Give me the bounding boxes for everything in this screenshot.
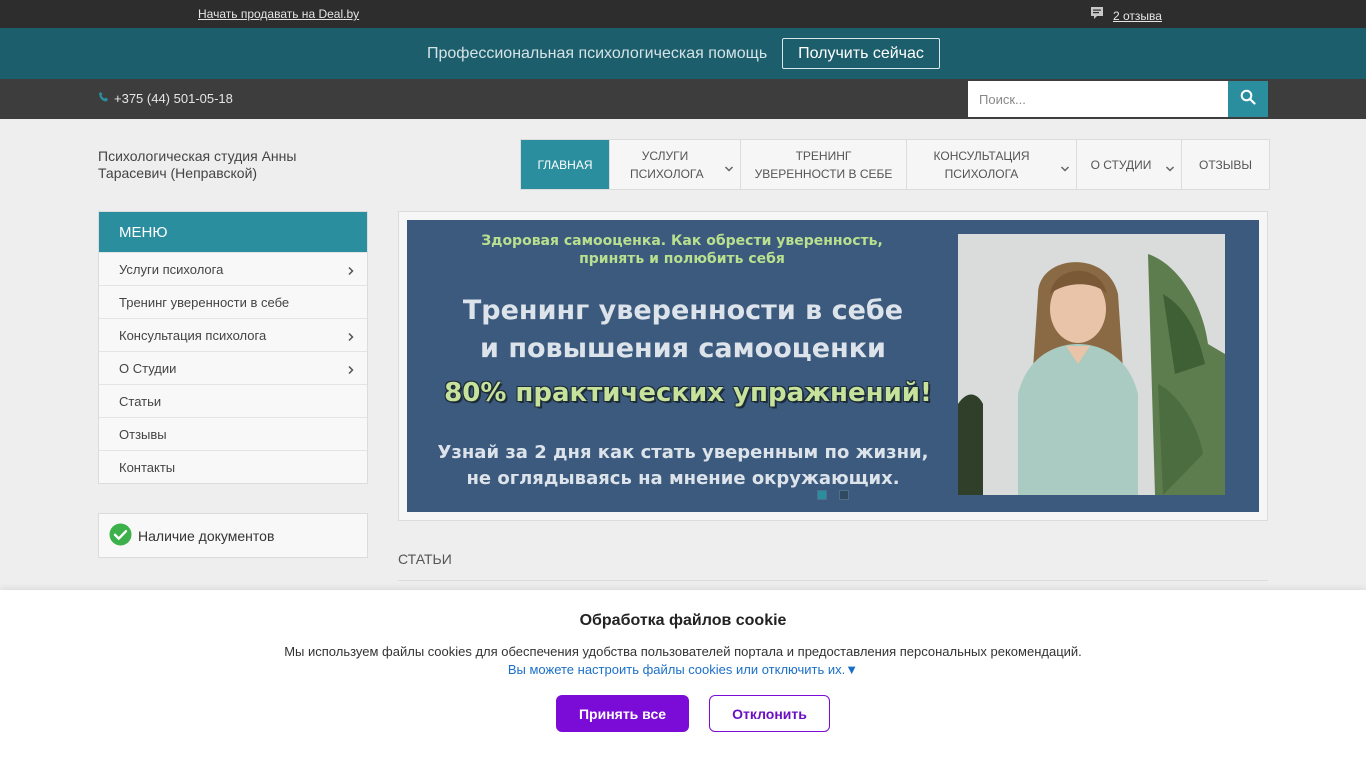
banner-title-line: и повышения самооценки bbox=[480, 333, 886, 364]
top-bar: Начать продавать на Deal.by 2 отзыва bbox=[0, 0, 1366, 28]
banner-title: Тренинг уверенности в себе и повышения с… bbox=[407, 292, 959, 368]
side-menu-item-contacts[interactable]: Контакты bbox=[99, 450, 367, 483]
info-bar: +375 (44) 501-05-18 bbox=[0, 79, 1366, 119]
chevron-down-icon bbox=[1165, 160, 1175, 178]
side-menu: Меню Услуги психолога Тренинг уверенност… bbox=[98, 211, 368, 484]
banner-highlight: 80% практических упражнений! bbox=[444, 378, 932, 408]
chevron-right-icon bbox=[347, 264, 355, 279]
search-input[interactable] bbox=[968, 81, 1228, 117]
banner-slider: Здоровая самооценка. Как обрести уверенн… bbox=[398, 211, 1268, 521]
side-menu-item-label: Отзывы bbox=[119, 426, 167, 442]
nav-item-reviews[interactable]: Отзывы bbox=[1181, 140, 1269, 189]
banner-subtitle: Здоровая самооценка. Как обрести уверенн… bbox=[407, 232, 957, 268]
side-menu-item-services[interactable]: Услуги психолога bbox=[99, 252, 367, 285]
banner-slide[interactable]: Здоровая самооценка. Как обрести уверенн… bbox=[407, 220, 1259, 512]
check-circle-icon bbox=[109, 523, 132, 549]
start-selling-link[interactable]: Начать продавать на Deal.by bbox=[198, 7, 359, 21]
chevron-right-icon bbox=[347, 363, 355, 378]
accept-all-button[interactable]: Принять все bbox=[556, 695, 689, 732]
nav-item-training[interactable]: Тренинг уверенности в себе bbox=[740, 140, 906, 189]
cookie-settings-link[interactable]: Вы можете настроить файлы cookies или от… bbox=[0, 662, 1366, 677]
documents-badge[interactable]: Наличие документов bbox=[98, 513, 368, 558]
cookie-title: Обработка файлов cookie bbox=[579, 612, 787, 629]
promo-bar: Профессиональная психологическая помощь … bbox=[0, 28, 1366, 79]
chevron-down-icon bbox=[724, 160, 734, 178]
side-menu-item-consultation[interactable]: Консультация психолога bbox=[99, 318, 367, 351]
banner-text-line: не оглядываясь на мнение окружающих. bbox=[466, 468, 900, 489]
slider-dot[interactable] bbox=[817, 490, 827, 500]
chevron-down-icon bbox=[1060, 160, 1070, 178]
reviews-widget[interactable]: 2 отзыва bbox=[1090, 6, 1162, 26]
nav-item-label: Отзывы bbox=[1198, 157, 1253, 172]
promo-text: Профессиональная психологическая помощь bbox=[427, 45, 768, 62]
main-nav: Главная Услуги психолога Тренинг уверенн… bbox=[520, 139, 1270, 190]
slider-dot[interactable] bbox=[839, 490, 849, 500]
side-menu-item-label: Услуги психолога bbox=[119, 261, 224, 277]
nav-item-label: Услуги психолога bbox=[630, 148, 704, 181]
portrait-photo bbox=[958, 234, 1225, 495]
nav-item-label: Тренинг уверенности в себе bbox=[754, 148, 893, 181]
side-menu-item-label: О Студии bbox=[119, 360, 177, 376]
documents-label: Наличие документов bbox=[138, 527, 275, 544]
company-name[interactable]: Психологическая студия Анны Тарасевич (Н… bbox=[98, 148, 298, 182]
side-menu-title: Меню bbox=[99, 212, 367, 252]
side-menu-item-label: Тренинг уверенности в себе bbox=[119, 294, 290, 310]
nav-item-services[interactable]: Услуги психолога bbox=[609, 140, 740, 189]
side-menu-item-label: Контакты bbox=[119, 459, 176, 475]
divider bbox=[398, 580, 1268, 581]
side-menu-item-label: Консультация психолога bbox=[119, 327, 267, 343]
nav-item-home[interactable]: Главная bbox=[521, 140, 609, 189]
search-icon bbox=[1240, 89, 1256, 110]
phone-icon bbox=[98, 91, 110, 106]
articles-heading: Статьи bbox=[398, 551, 452, 567]
side-menu-item-label: Статьи bbox=[119, 393, 162, 409]
reviews-link[interactable]: 2 отзыва bbox=[1113, 9, 1162, 23]
search-button[interactable] bbox=[1228, 81, 1268, 117]
nav-item-label: Главная bbox=[537, 157, 593, 172]
slider-dots bbox=[817, 490, 849, 500]
side-menu-item-about[interactable]: О Студии bbox=[99, 351, 367, 384]
phone-contact[interactable]: +375 (44) 501-05-18 bbox=[98, 91, 233, 106]
banner-subtitle-line: Здоровая самооценка. Как обрести уверенн… bbox=[481, 233, 883, 249]
get-now-button[interactable]: Получить сейчас bbox=[782, 38, 940, 69]
side-menu-item-training[interactable]: Тренинг уверенности в себе bbox=[99, 285, 367, 318]
banner-subtitle-line: принять и полюбить себя bbox=[579, 251, 785, 267]
nav-item-label: Консультация психолога bbox=[933, 148, 1030, 181]
side-menu-item-articles[interactable]: Статьи bbox=[99, 384, 367, 417]
phone-number: +375 (44) 501-05-18 bbox=[114, 91, 233, 106]
decline-button[interactable]: Отклонить bbox=[709, 695, 830, 732]
chevron-right-icon bbox=[347, 330, 355, 345]
nav-item-consultation[interactable]: Консультация психолога bbox=[906, 140, 1076, 189]
side-menu-item-reviews[interactable]: Отзывы bbox=[99, 417, 367, 450]
banner-title-line: Тренинг уверенности в себе bbox=[462, 295, 904, 326]
nav-item-label: О студии bbox=[1090, 157, 1152, 172]
banner-text-line: Узнай за 2 дня как стать уверенным по жи… bbox=[437, 442, 929, 463]
banner-text: Узнай за 2 дня как стать уверенным по жи… bbox=[407, 440, 959, 492]
speech-bubble-icon bbox=[1090, 6, 1104, 26]
nav-item-about[interactable]: О студии bbox=[1076, 140, 1181, 189]
cookie-banner: Обработка файлов cookie Мы используем фа… bbox=[0, 590, 1366, 768]
cookie-text: Мы используем файлы cookies для обеспече… bbox=[284, 644, 1082, 659]
